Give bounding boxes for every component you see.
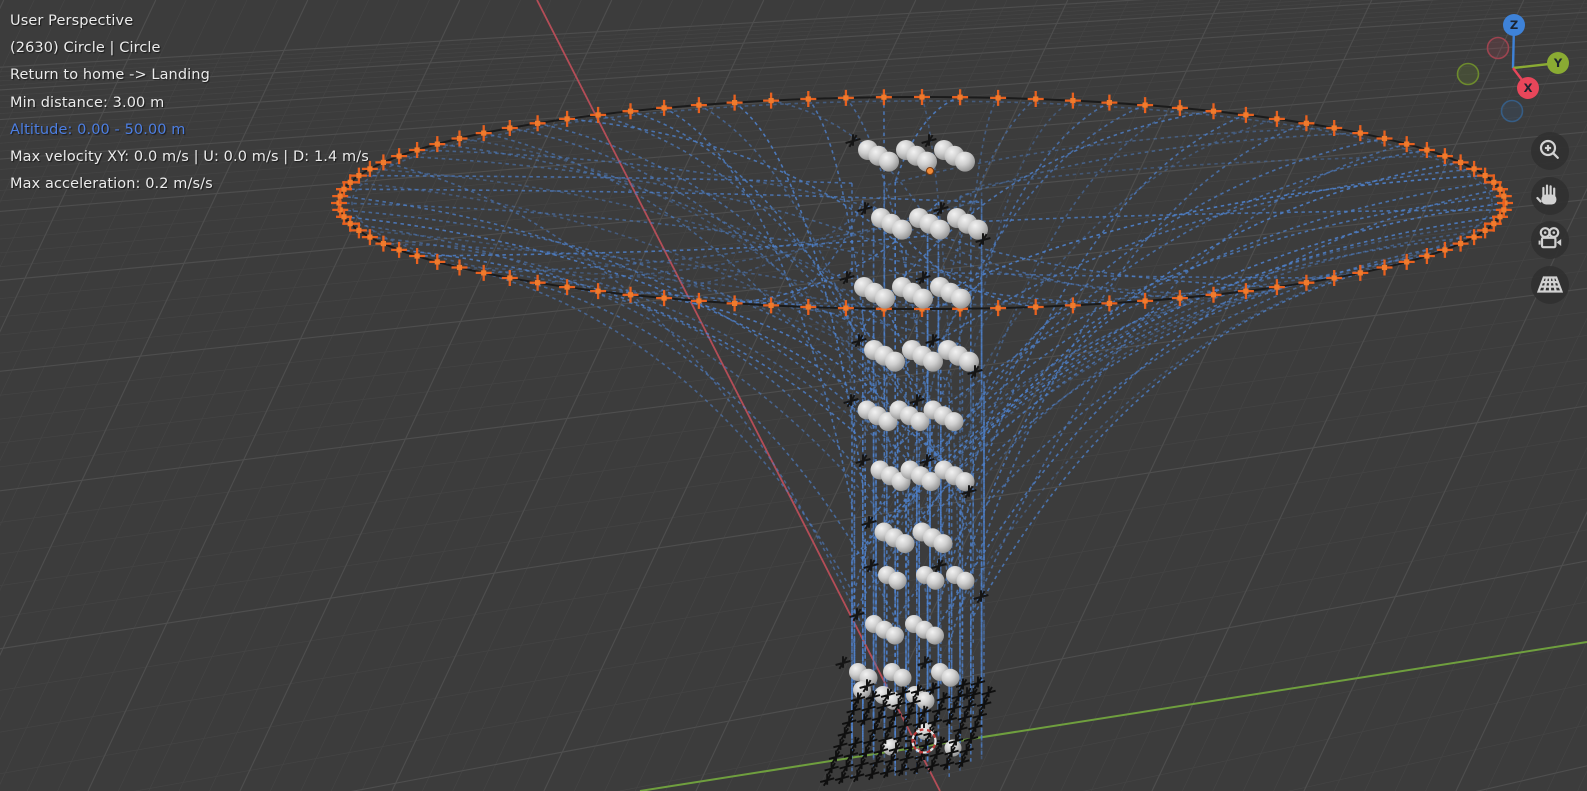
- drone-sphere[interactable]: [886, 627, 904, 645]
- gizmo-axis-minus-z[interactable]: [1502, 101, 1523, 122]
- drone-sphere[interactable]: [889, 572, 907, 590]
- gizmo-axis-label: Z: [1510, 18, 1518, 32]
- navigation-gizmo-canvas: Z Y X: [1440, 0, 1587, 132]
- pan-button[interactable]: [1531, 177, 1569, 215]
- orthographic-grid-button[interactable]: [1531, 266, 1569, 304]
- drone-sphere[interactable]: [875, 289, 895, 309]
- hand-icon: [1531, 177, 1569, 215]
- grid-plane-icon: [1531, 266, 1569, 304]
- drone-sphere[interactable]: [879, 152, 899, 172]
- drone-sphere[interactable]: [930, 220, 950, 240]
- scene-canvas: [0, 0, 1587, 791]
- drone-sphere[interactable]: [896, 534, 915, 553]
- gizmo-axis-minus-x[interactable]: [1488, 38, 1509, 59]
- drone-sphere[interactable]: [934, 534, 953, 553]
- movie-camera-icon: [1531, 221, 1569, 259]
- drone-sphere[interactable]: [955, 152, 975, 172]
- drone-sphere[interactable]: [951, 289, 971, 309]
- viewport-3d[interactable]: [0, 0, 1587, 791]
- drone-sphere[interactable]: [957, 572, 975, 590]
- origin-marker: [927, 168, 934, 175]
- drone-sphere[interactable]: [913, 289, 933, 309]
- gizmo-axis-plus-x[interactable]: X: [1517, 77, 1539, 99]
- gizmo-axis-label: X: [1524, 81, 1533, 95]
- blender-viewport-window: User Perspective (2630) Circle | Circle …: [0, 0, 1587, 791]
- gizmo-axis-minus-y[interactable]: [1458, 64, 1479, 85]
- drone-sphere[interactable]: [885, 352, 905, 372]
- drone-sphere[interactable]: [926, 627, 944, 645]
- gizmo-axis-plus-y[interactable]: Y: [1547, 52, 1569, 74]
- zoom-button[interactable]: [1531, 132, 1569, 170]
- drone-sphere[interactable]: [945, 412, 964, 431]
- camera-view-button[interactable]: [1531, 221, 1569, 259]
- drone-sphere[interactable]: [894, 669, 912, 687]
- navigation-gizmo[interactable]: Z Y X: [1440, 0, 1587, 132]
- drone-sphere[interactable]: [927, 572, 945, 590]
- magnifier-plus-icon: [1531, 132, 1569, 170]
- gizmo-axis-label: Y: [1553, 56, 1563, 70]
- drone-sphere[interactable]: [942, 669, 960, 687]
- drone-sphere[interactable]: [892, 220, 912, 240]
- gizmo-axis-plus-z[interactable]: Z: [1503, 14, 1525, 36]
